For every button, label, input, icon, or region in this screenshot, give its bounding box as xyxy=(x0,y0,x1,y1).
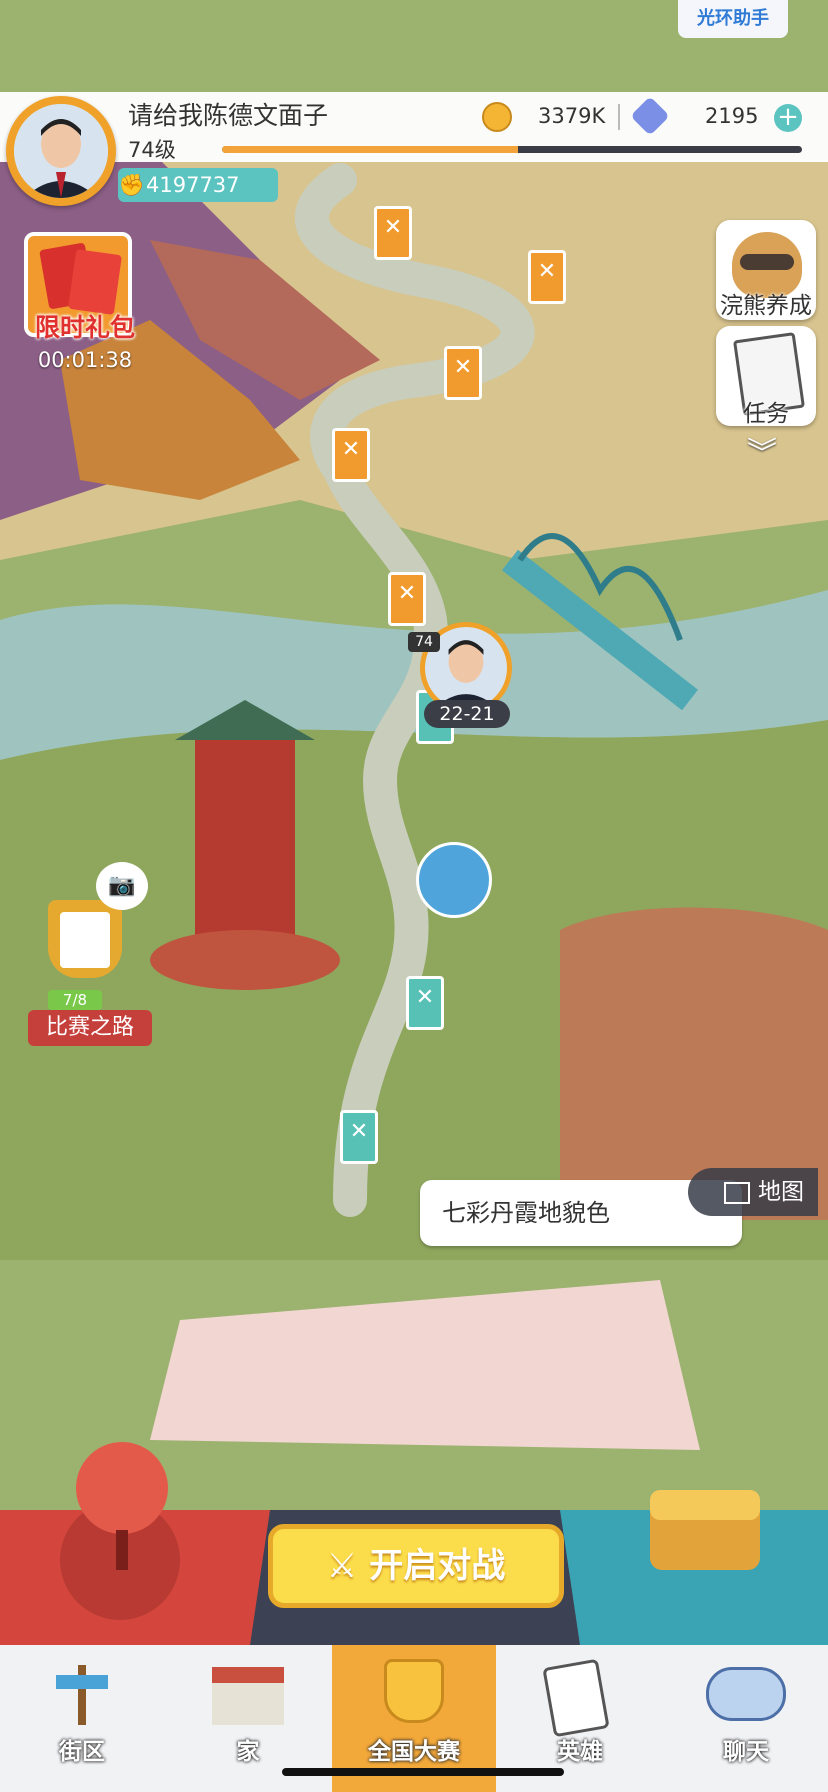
tab-label: 聊天 xyxy=(723,1739,769,1765)
helper-badge[interactable]: 光环助手 xyxy=(678,0,788,38)
xp-progress-fill xyxy=(222,146,518,153)
opponent-map-marker[interactable] xyxy=(416,842,492,918)
coin-icon xyxy=(482,102,512,132)
trophy-icon[interactable] xyxy=(30,900,140,990)
raccoon-label: 浣熊养成 xyxy=(720,293,812,319)
player-avatar[interactable] xyxy=(14,104,108,198)
house-icon xyxy=(212,1667,284,1725)
treasure-chest-icon[interactable] xyxy=(640,1480,770,1580)
marker-level-badge: 74 xyxy=(408,632,440,652)
expand-chevron-icon[interactable]: ︾ xyxy=(740,434,784,474)
level-pin-done[interactable] xyxy=(340,1110,378,1164)
red-envelope-icon xyxy=(68,249,122,315)
coin-count: 3379K xyxy=(538,104,606,128)
tab-label: 家 xyxy=(236,1739,260,1765)
player-avatar-image xyxy=(14,104,108,198)
xp-progress-bar xyxy=(222,146,802,153)
level-pin[interactable] xyxy=(444,346,482,400)
match-road-button[interactable]: 比赛之路 xyxy=(28,1010,152,1046)
player-name: 请给我陈德文面子 xyxy=(128,101,329,130)
level-pin-done[interactable] xyxy=(406,976,444,1030)
power-badge: ✊4197737 xyxy=(118,168,278,202)
map-button[interactable]: 地图 xyxy=(688,1168,818,1216)
joystick[interactable] xyxy=(60,1440,200,1620)
gift-timer: 00:01:38 xyxy=(37,348,133,372)
level-pin[interactable] xyxy=(388,572,426,626)
power-value: 4197737 xyxy=(146,173,240,197)
fist-icon: ✊ xyxy=(118,173,146,197)
player-level: 74级 xyxy=(128,138,176,162)
map-icon xyxy=(724,1181,750,1204)
cup-icon xyxy=(384,1659,444,1723)
raccoon-mask xyxy=(740,254,794,270)
gem-count: 2195 xyxy=(705,104,759,128)
cards-icon xyxy=(542,1658,610,1738)
tab-label: 全国大赛 xyxy=(368,1739,460,1765)
camera-icon[interactable]: 📷 xyxy=(96,862,148,910)
level-pin[interactable] xyxy=(528,250,566,304)
start-battle-button[interactable]: ⚔ 开启对战 xyxy=(268,1524,564,1608)
tab-street[interactable]: 街区 xyxy=(0,1645,164,1792)
tab-label: 街区 xyxy=(59,1739,105,1765)
swords-icon: ⚔ xyxy=(326,1546,358,1586)
level-pin[interactable] xyxy=(374,206,412,260)
home-indicator xyxy=(282,1768,564,1776)
task-label: 任务 xyxy=(743,401,789,427)
tab-chat[interactable]: 聊天 xyxy=(664,1645,828,1792)
start-battle-label: 开启对战 xyxy=(369,1546,506,1586)
add-gem-button[interactable]: + xyxy=(774,104,802,132)
currency-divider xyxy=(618,104,620,130)
limited-gift-label: 限时礼包 xyxy=(34,313,135,342)
trophy-progress: 7/8 xyxy=(48,990,102,1010)
chat-bubble-icon xyxy=(706,1667,786,1721)
marker-score: 22-21 xyxy=(424,700,510,728)
level-pin[interactable] xyxy=(332,428,370,482)
map-button-label: 地图 xyxy=(758,1179,804,1205)
signpost-icon xyxy=(52,1665,112,1725)
trophy-card xyxy=(60,912,110,968)
tab-label: 英雄 xyxy=(557,1739,603,1765)
